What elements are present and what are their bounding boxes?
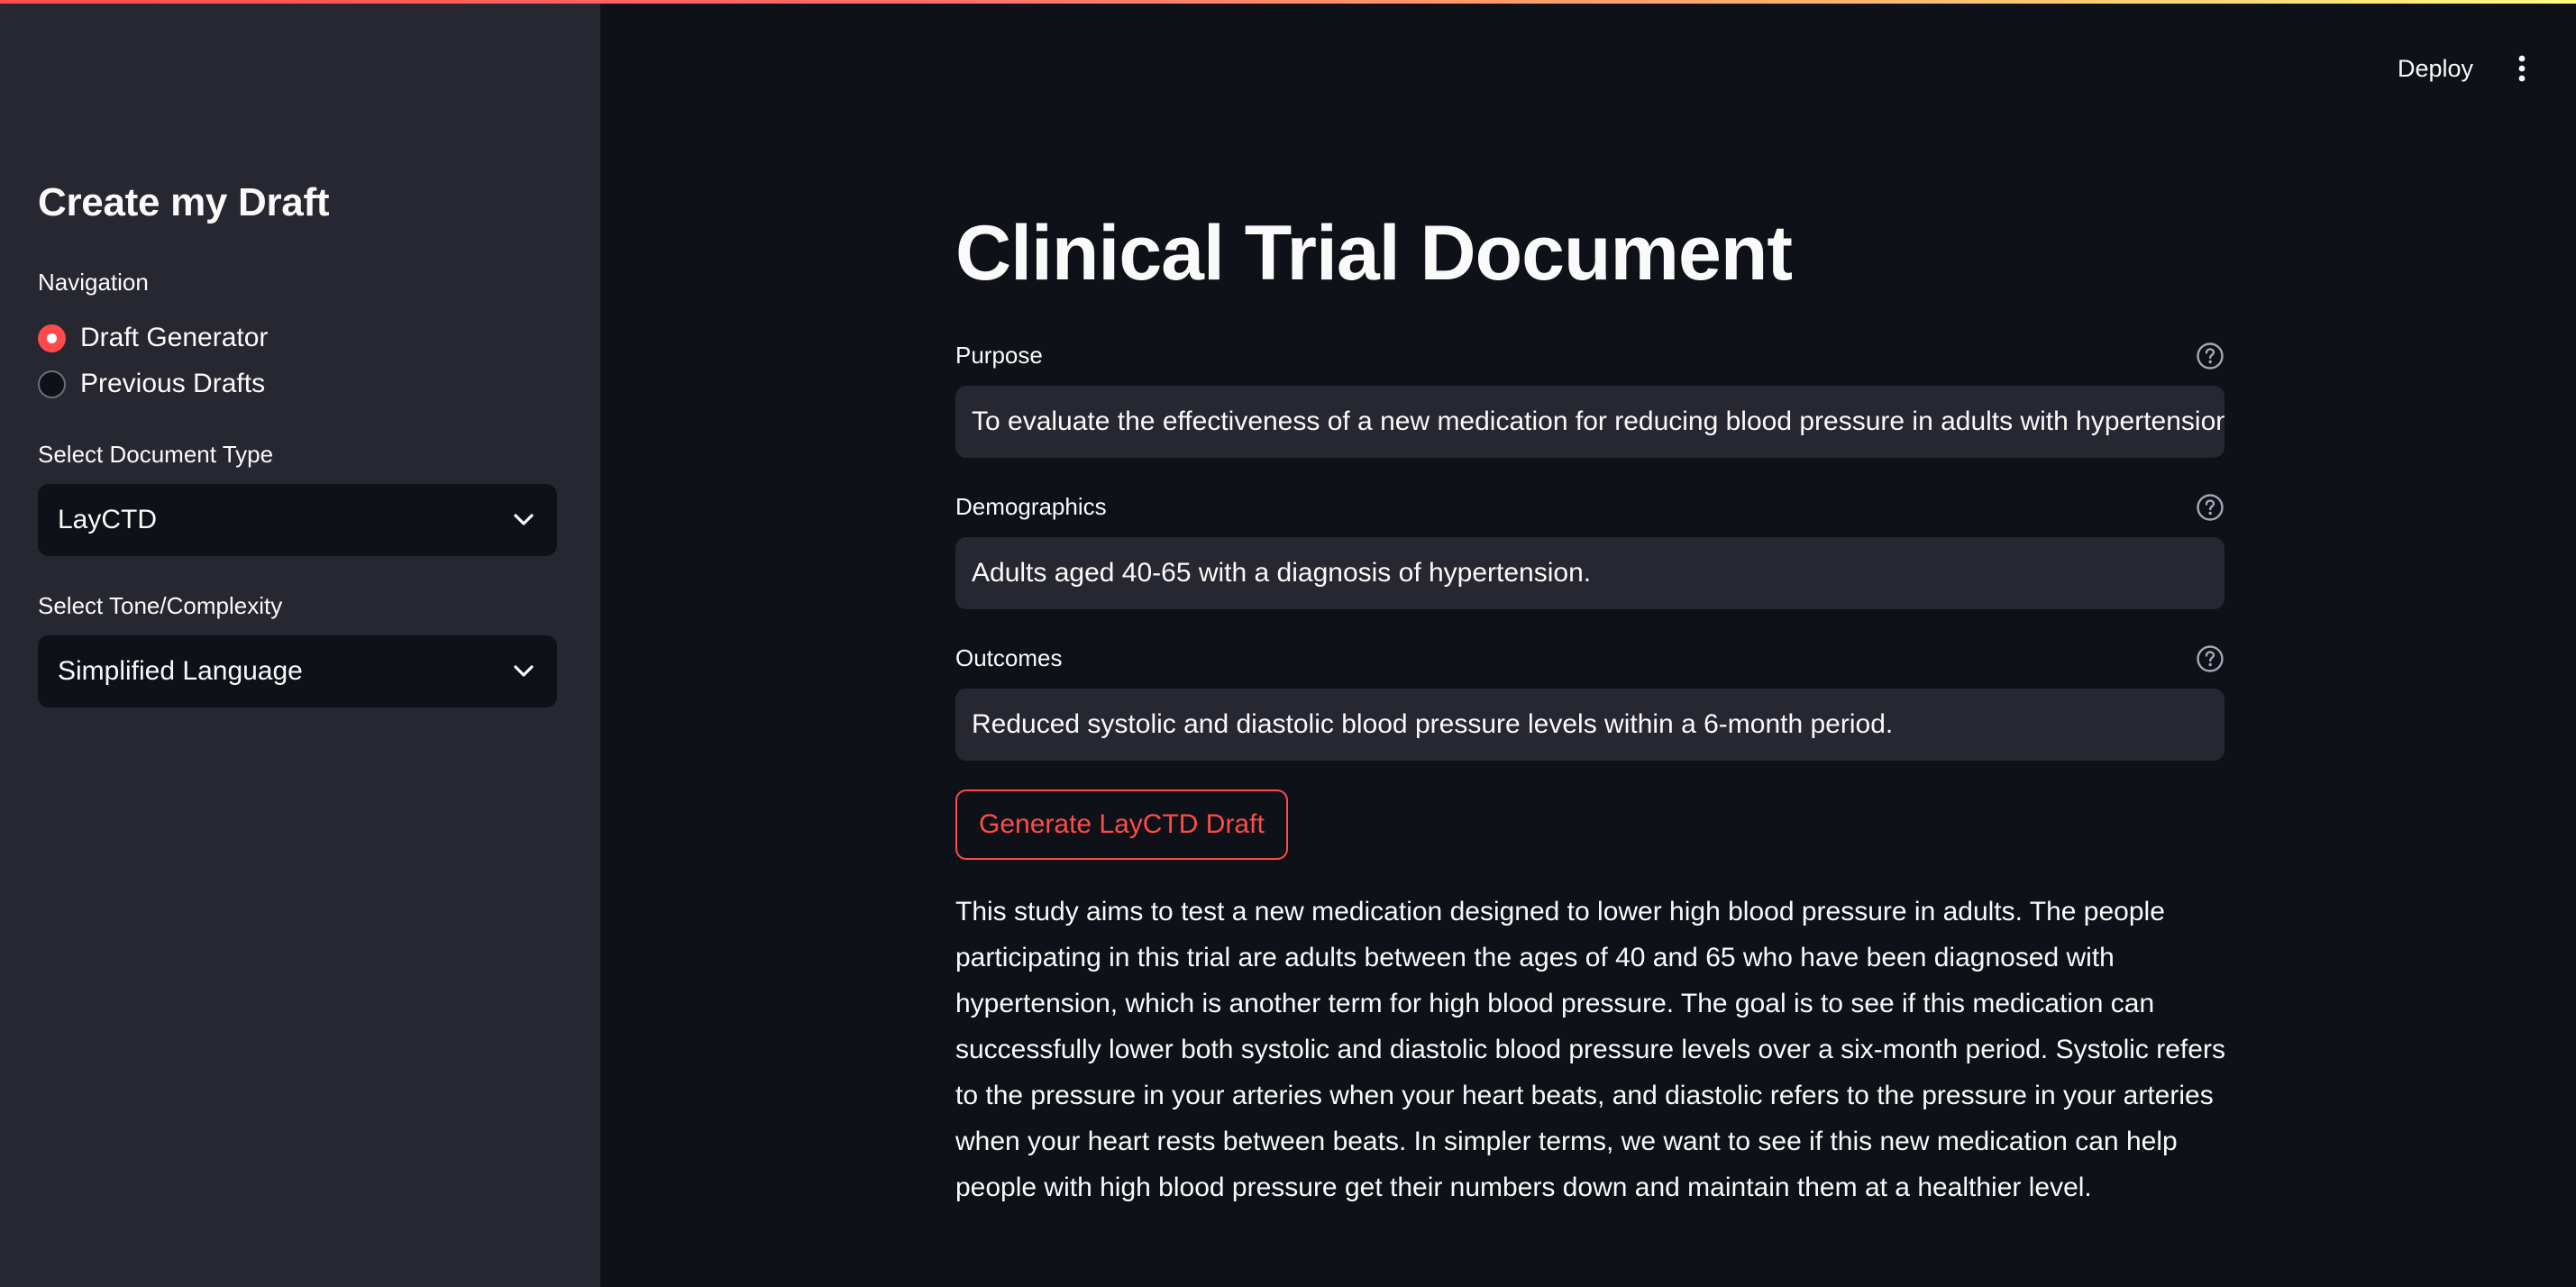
top-decoration-bar (0, 0, 2576, 4)
outcomes-input[interactable]: Reduced systolic and diastolic blood pre… (955, 689, 2224, 761)
generate-draft-button[interactable]: Generate LayCTD Draft (955, 790, 1288, 860)
outcomes-input-value: Reduced systolic and diastolic blood pre… (972, 709, 1894, 739)
demographics-input[interactable]: Adults aged 40-65 with a diagnosis of hy… (955, 537, 2224, 609)
chevron-down-icon (510, 507, 537, 534)
help-circle-icon[interactable] (2196, 493, 2224, 522)
radio-unselected-indicator (38, 370, 66, 398)
generated-draft-text: This study aims to test a new medication… (955, 897, 2225, 1202)
chevron-down-icon (510, 658, 537, 685)
radio-draft-generator[interactable]: Draft Generator (38, 321, 268, 355)
purpose-input[interactable]: To evaluate the effectiveness of a new m… (955, 386, 2224, 458)
purpose-label: Purpose (955, 342, 1043, 369)
radio-selected-indicator (38, 324, 66, 352)
tone-value: Simplified Language (58, 656, 303, 686)
deploy-button[interactable]: Deploy (2380, 49, 2491, 88)
page-title: Clinical Trial Document (955, 210, 1793, 297)
navigation-label: Navigation (38, 269, 149, 296)
demographics-label: Demographics (955, 493, 1107, 520)
help-circle-icon[interactable] (2196, 644, 2224, 673)
document-type-value: LayCTD (58, 505, 158, 534)
sidebar-title: Create my Draft (38, 180, 330, 224)
document-type-label: Select Document Type (38, 441, 274, 468)
demographics-input-value: Adults aged 40-65 with a diagnosis of hy… (972, 558, 1592, 588)
sidebar: Create my Draft Navigation Draft Generat… (0, 0, 600, 1287)
radio-label: Draft Generator (80, 323, 269, 352)
radio-label: Previous Drafts (80, 369, 266, 398)
help-circle-icon[interactable] (2196, 342, 2224, 370)
document-type-select[interactable]: LayCTD (38, 484, 557, 556)
radio-previous-drafts[interactable]: Previous Drafts (38, 367, 265, 401)
purpose-input-value: To evaluate the effectiveness of a new m… (972, 406, 2224, 436)
more-vertical-icon[interactable] (2504, 49, 2540, 88)
outcomes-label: Outcomes (955, 644, 1063, 671)
tone-select[interactable]: Simplified Language (38, 635, 557, 707)
tone-label: Select Tone/Complexity (38, 592, 283, 619)
